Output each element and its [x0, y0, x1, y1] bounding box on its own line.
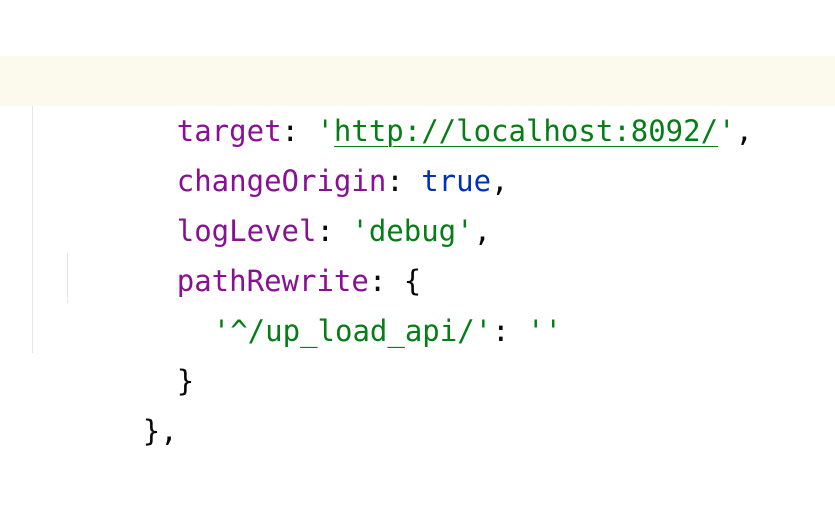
code-line[interactable]: pathRewrite: {: [0, 206, 835, 298]
code-line-current[interactable]: target: 'http://localhost:8092/',: [0, 56, 835, 148]
code-line[interactable]: '^/up_load_api/': '': [0, 256, 835, 348]
code-line[interactable]: changeOrigin: true,: [0, 106, 835, 198]
code-line[interactable]: },: [0, 356, 835, 448]
code-line[interactable]: }: [0, 306, 835, 398]
close-brace: },: [142, 414, 178, 448]
code-editor[interactable]: '/up_load_api/': { target: 'http://local…: [0, 0, 835, 448]
code-line[interactable]: logLevel: 'debug',: [0, 156, 835, 248]
code-line[interactable]: '/up_load_api/': {: [0, 6, 835, 98]
